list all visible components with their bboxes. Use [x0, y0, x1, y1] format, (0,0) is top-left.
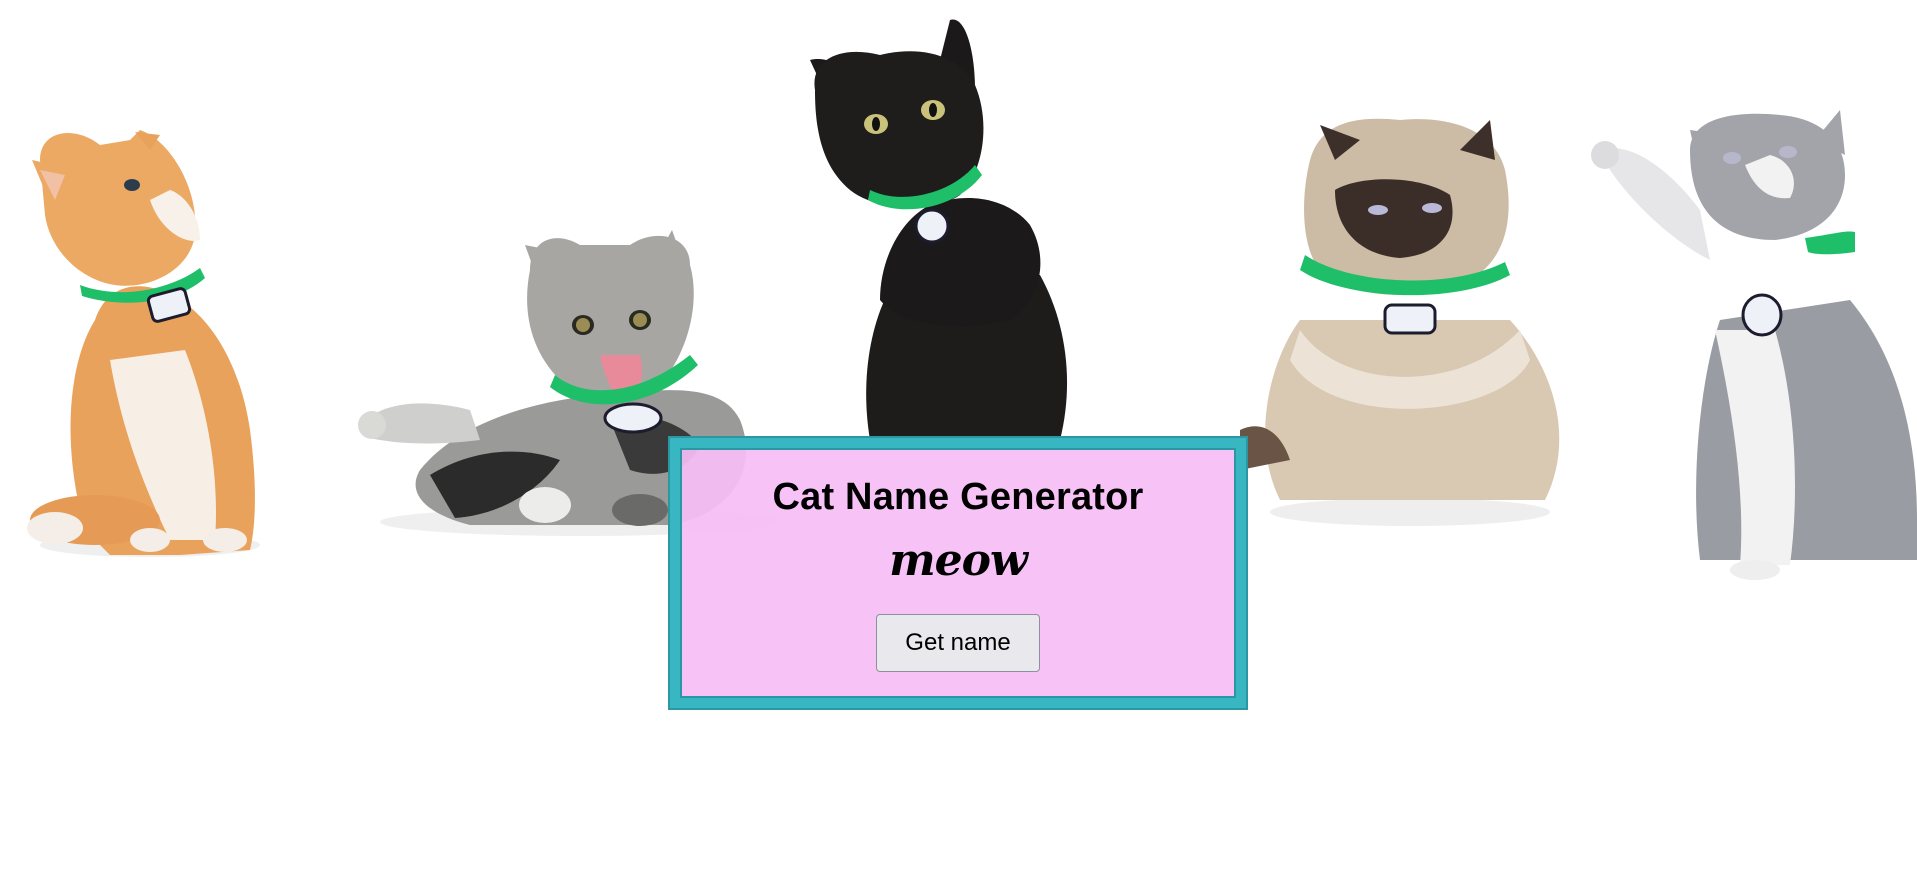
generated-name: meow — [889, 535, 1028, 586]
orange-kitten-image — [27, 130, 260, 557]
generator-card: Cat Name Generator meow Get name — [670, 438, 1246, 708]
page: Cat Name Generator meow Get name — [0, 0, 1917, 872]
grey-kitten-image — [1591, 110, 1917, 580]
persian-cat-image — [1240, 118, 1560, 526]
get-name-button[interactable]: Get name — [876, 614, 1040, 672]
cats-background — [27, 19, 1917, 580]
page-title: Cat Name Generator — [772, 476, 1144, 518]
black-cat-image — [810, 19, 1068, 440]
